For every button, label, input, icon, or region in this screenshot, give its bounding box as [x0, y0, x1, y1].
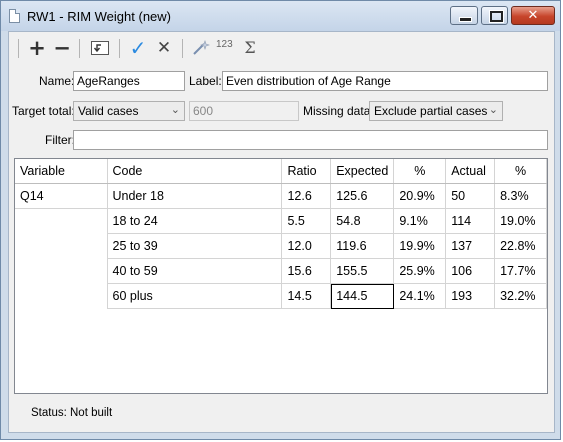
dialog-body: + − ✓ ✕ 123 Σ Name: AgeRanges Label: Eve… — [8, 31, 555, 433]
title-bar[interactable]: RW1 - RIM Weight (new) ✕ — [1, 1, 560, 31]
target-total-number: 600 — [189, 101, 299, 121]
document-icon — [9, 9, 20, 23]
remove-row-button[interactable]: − — [53, 37, 71, 59]
ok-button[interactable]: ✓ — [128, 37, 148, 59]
numbers-icon: 123 — [216, 38, 233, 50]
sigma-icon: Σ — [244, 38, 256, 57]
rim-weight-window: RW1 - RIM Weight (new) ✕ + − ✓ ✕ 123 Σ N… — [0, 0, 561, 440]
rim-weight-table: Variable Code Ratio Expected % Actual % … — [14, 158, 548, 394]
table-row: Q14 Under 18 12.6 125.6 20.9% 50 8.3% — [15, 183, 547, 209]
table-row: 60 plus 14.5 144.5 24.1% 193 32.2% — [15, 283, 547, 309]
table-row: 25 to 39 12.0 119.6 19.9% 137 22.8% — [15, 233, 547, 259]
actual-percent-cell[interactable]: 19.0% — [494, 208, 547, 234]
label-label: Label: — [189, 74, 222, 88]
check-icon: ✓ — [129, 36, 147, 60]
target-total-value: Valid cases — [78, 104, 139, 118]
column-header-variable[interactable]: Variable — [15, 159, 108, 184]
maximize-icon — [489, 10, 504, 23]
actual-cell[interactable]: 137 — [445, 233, 496, 259]
filter-input[interactable] — [73, 130, 548, 150]
minimize-icon — [459, 17, 472, 22]
add-row-button[interactable]: + — [28, 37, 46, 59]
variable-cell[interactable] — [15, 283, 108, 309]
code-cell[interactable]: 40 to 59 — [107, 258, 283, 284]
column-header-expected-percent[interactable]: % — [393, 159, 447, 184]
variable-cell[interactable] — [15, 233, 108, 259]
actual-percent-cell[interactable]: 32.2% — [494, 283, 547, 309]
table-row: 18 to 24 5.5 54.8 9.1% 114 19.0% — [15, 208, 547, 234]
sum-button[interactable]: Σ — [241, 37, 259, 59]
expected-percent-cell[interactable]: 19.9% — [393, 233, 447, 259]
name-label: Name: — [39, 74, 75, 88]
target-total-label: Target total: — [12, 104, 75, 118]
plus-icon: + — [28, 35, 46, 60]
toolbar-separator — [79, 39, 80, 58]
column-header-actual-percent[interactable]: % — [494, 159, 547, 184]
column-header-expected[interactable]: Expected — [330, 159, 395, 184]
code-cell[interactable]: Under 18 — [107, 183, 283, 209]
close-button[interactable]: ✕ — [511, 6, 555, 25]
toolbar-separator — [182, 39, 183, 58]
expected-cell[interactable]: 144.5 — [330, 283, 395, 309]
code-cell[interactable]: 60 plus — [107, 283, 283, 309]
actual-cell[interactable]: 106 — [445, 258, 496, 284]
expected-percent-cell[interactable]: 9.1% — [393, 208, 447, 234]
expected-percent-cell[interactable]: 24.1% — [393, 283, 447, 309]
wand-button[interactable] — [191, 37, 211, 59]
close-icon: ✕ — [527, 8, 539, 23]
target-total-select[interactable]: Valid cases ⌄ — [73, 101, 185, 121]
window-title: RW1 - RIM Weight (new) — [27, 9, 171, 24]
code-cell[interactable]: 18 to 24 — [107, 208, 283, 234]
missing-data-value: Exclude partial cases — [374, 104, 488, 118]
actual-percent-cell[interactable]: 22.8% — [494, 233, 547, 259]
expected-percent-cell[interactable]: 20.9% — [393, 183, 447, 209]
name-input[interactable]: AgeRanges — [73, 71, 185, 91]
column-header-code[interactable]: Code — [107, 159, 283, 184]
minus-icon: − — [53, 35, 71, 60]
table-header-row: Variable Code Ratio Expected % Actual % — [15, 159, 547, 184]
variable-cell[interactable] — [15, 258, 108, 284]
code-cell[interactable]: 25 to 39 — [107, 233, 283, 259]
actual-cell[interactable]: 114 — [445, 208, 496, 234]
ratio-cell[interactable]: 12.0 — [281, 233, 332, 259]
actual-percent-cell[interactable]: 17.7% — [494, 258, 547, 284]
missing-data-select[interactable]: Exclude partial cases ⌄ — [369, 101, 503, 121]
expected-cell[interactable]: 155.5 — [330, 258, 395, 284]
label-input[interactable]: Even distribution of Age Range — [222, 71, 548, 91]
expected-cell[interactable]: 125.6 — [330, 183, 395, 209]
expected-cell[interactable]: 54.8 — [330, 208, 395, 234]
variable-cell[interactable] — [15, 208, 108, 234]
actual-cell[interactable]: 50 — [445, 183, 496, 209]
toolbar: + − ✓ ✕ 123 Σ — [9, 32, 554, 64]
chevron-down-icon: ⌄ — [170, 104, 180, 116]
missing-data-label: Missing data: — [303, 104, 374, 118]
filter-label: Filter: — [45, 133, 75, 147]
actual-cell[interactable]: 193 — [445, 283, 496, 309]
maximize-button[interactable] — [481, 6, 508, 25]
minimize-button[interactable] — [450, 6, 478, 25]
table-row: 40 to 59 15.6 155.5 25.9% 106 17.7% — [15, 258, 547, 284]
wand-icon — [193, 40, 210, 55]
ratio-cell[interactable]: 15.6 — [281, 258, 332, 284]
column-header-ratio[interactable]: Ratio — [281, 159, 332, 184]
toolbar-separator — [18, 39, 19, 58]
column-header-actual[interactable]: Actual — [445, 159, 496, 184]
status-text: Status: Not built — [31, 407, 113, 419]
import-icon — [91, 41, 109, 55]
expected-cell[interactable]: 119.6 — [330, 233, 395, 259]
ratio-cell[interactable]: 5.5 — [281, 208, 332, 234]
cancel-button[interactable]: ✕ — [155, 37, 173, 59]
ratio-cell[interactable]: 14.5 — [281, 283, 332, 309]
numbers-button[interactable]: 123 — [216, 37, 238, 59]
import-button[interactable] — [89, 37, 111, 59]
ratio-cell[interactable]: 12.6 — [281, 183, 332, 209]
variable-cell[interactable]: Q14 — [15, 183, 108, 209]
cancel-icon: ✕ — [156, 37, 172, 58]
chevron-down-icon: ⌄ — [488, 104, 498, 116]
expected-percent-cell[interactable]: 25.9% — [393, 258, 447, 284]
toolbar-separator — [119, 39, 120, 58]
actual-percent-cell[interactable]: 8.3% — [494, 183, 547, 209]
